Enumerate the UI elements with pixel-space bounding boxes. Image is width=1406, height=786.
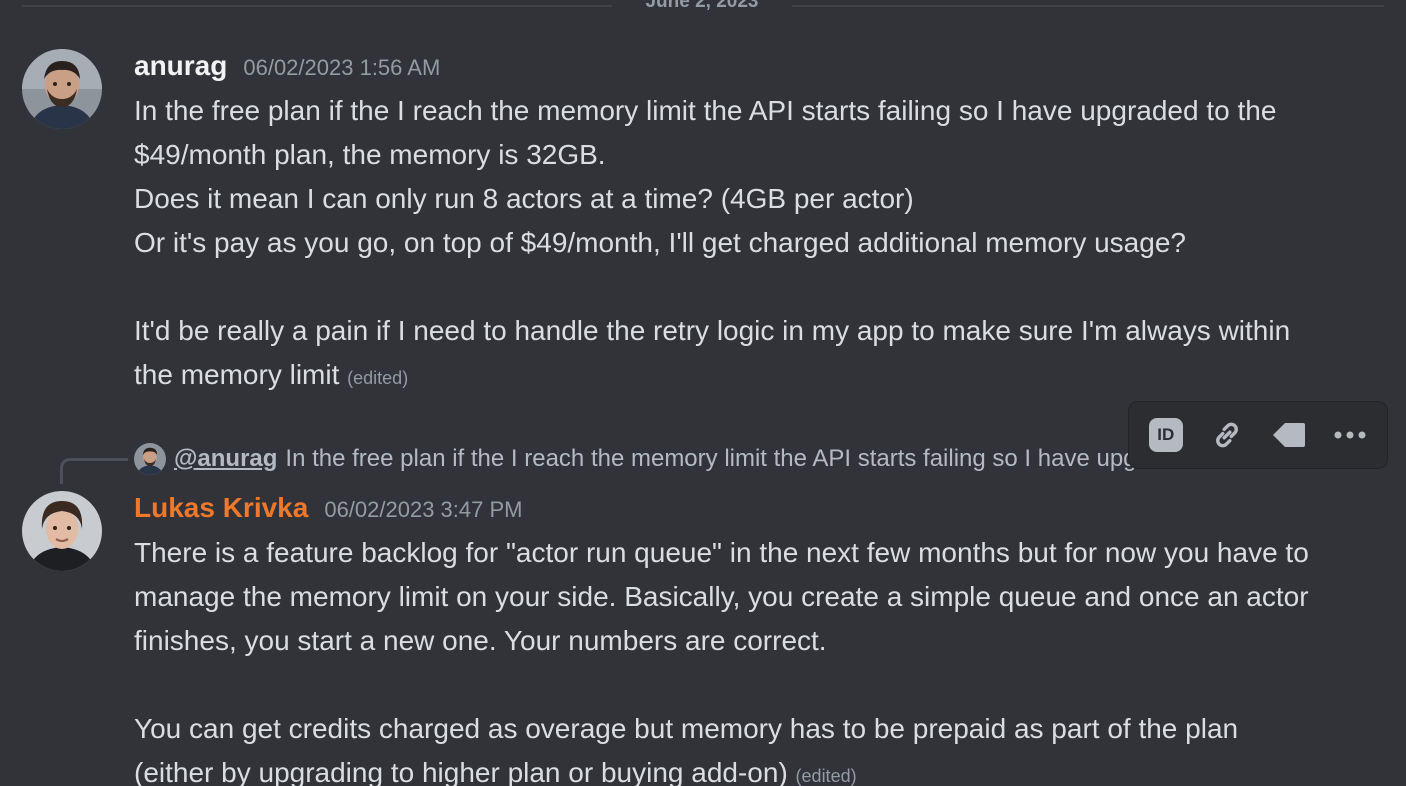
more-options-button[interactable] xyxy=(1324,409,1376,461)
reply-snippet[interactable]: In the free plan if the I reach the memo… xyxy=(285,445,1197,473)
message-paragraph-last: It'd be really a pain if I need to handl… xyxy=(134,309,1324,400)
chat-stage: June 2, 2023 anurag 06/02/2023 1:56 AM I… xyxy=(0,0,1406,786)
message-paragraph: In the free plan if the I reach the memo… xyxy=(134,95,1277,170)
divider-line-right xyxy=(792,5,1384,7)
edited-label: (edited) xyxy=(795,766,857,786)
edited-label: (edited) xyxy=(347,368,409,388)
message-paragraph-text: You can get credits charged as overage b… xyxy=(134,713,1239,786)
message-timestamp[interactable]: 06/02/2023 1:56 AM xyxy=(243,55,440,81)
avatar[interactable] xyxy=(22,49,102,129)
reply-spine xyxy=(60,458,128,484)
more-icon xyxy=(1334,431,1366,439)
link-icon xyxy=(1216,422,1239,448)
copy-id-button[interactable]: ID xyxy=(1140,409,1192,461)
author-name[interactable]: Lukas Krivka xyxy=(134,492,308,524)
message-content: In the free plan if the I reach the memo… xyxy=(134,89,1324,400)
author-name[interactable]: anurag xyxy=(134,50,227,82)
tag-button[interactable] xyxy=(1263,409,1315,461)
message-paragraph: Or it's pay as you go, on top of $49/mon… xyxy=(134,227,1186,258)
message-timestamp[interactable]: 06/02/2023 3:47 PM xyxy=(324,497,522,523)
message-content: There is a feature backlog for "actor ru… xyxy=(134,531,1324,786)
message-header: Lukas Krivka 06/02/2023 3:47 PM xyxy=(134,492,522,524)
id-icon: ID xyxy=(1148,418,1183,452)
divider-date: June 2, 2023 xyxy=(645,0,759,12)
divider-line-left xyxy=(22,5,612,7)
message-paragraph-text: It'd be really a pain if I need to handl… xyxy=(134,315,1291,390)
avatar[interactable] xyxy=(22,491,102,571)
reply-mention[interactable]: @anurag xyxy=(174,445,277,473)
message-hover-toolbar: ID xyxy=(1128,401,1388,469)
message-header: anurag 06/02/2023 1:56 AM xyxy=(134,50,440,82)
message-paragraph-last: You can get credits charged as overage b… xyxy=(134,707,1324,786)
message-paragraph: There is a feature backlog for "actor ru… xyxy=(134,537,1309,656)
reply-avatar xyxy=(134,443,166,475)
date-divider: June 2, 2023 xyxy=(22,0,1384,12)
message-paragraph: Does it mean I can only run 8 actors at … xyxy=(134,183,914,214)
tag-icon xyxy=(1272,423,1305,447)
copy-link-button[interactable] xyxy=(1201,409,1253,461)
